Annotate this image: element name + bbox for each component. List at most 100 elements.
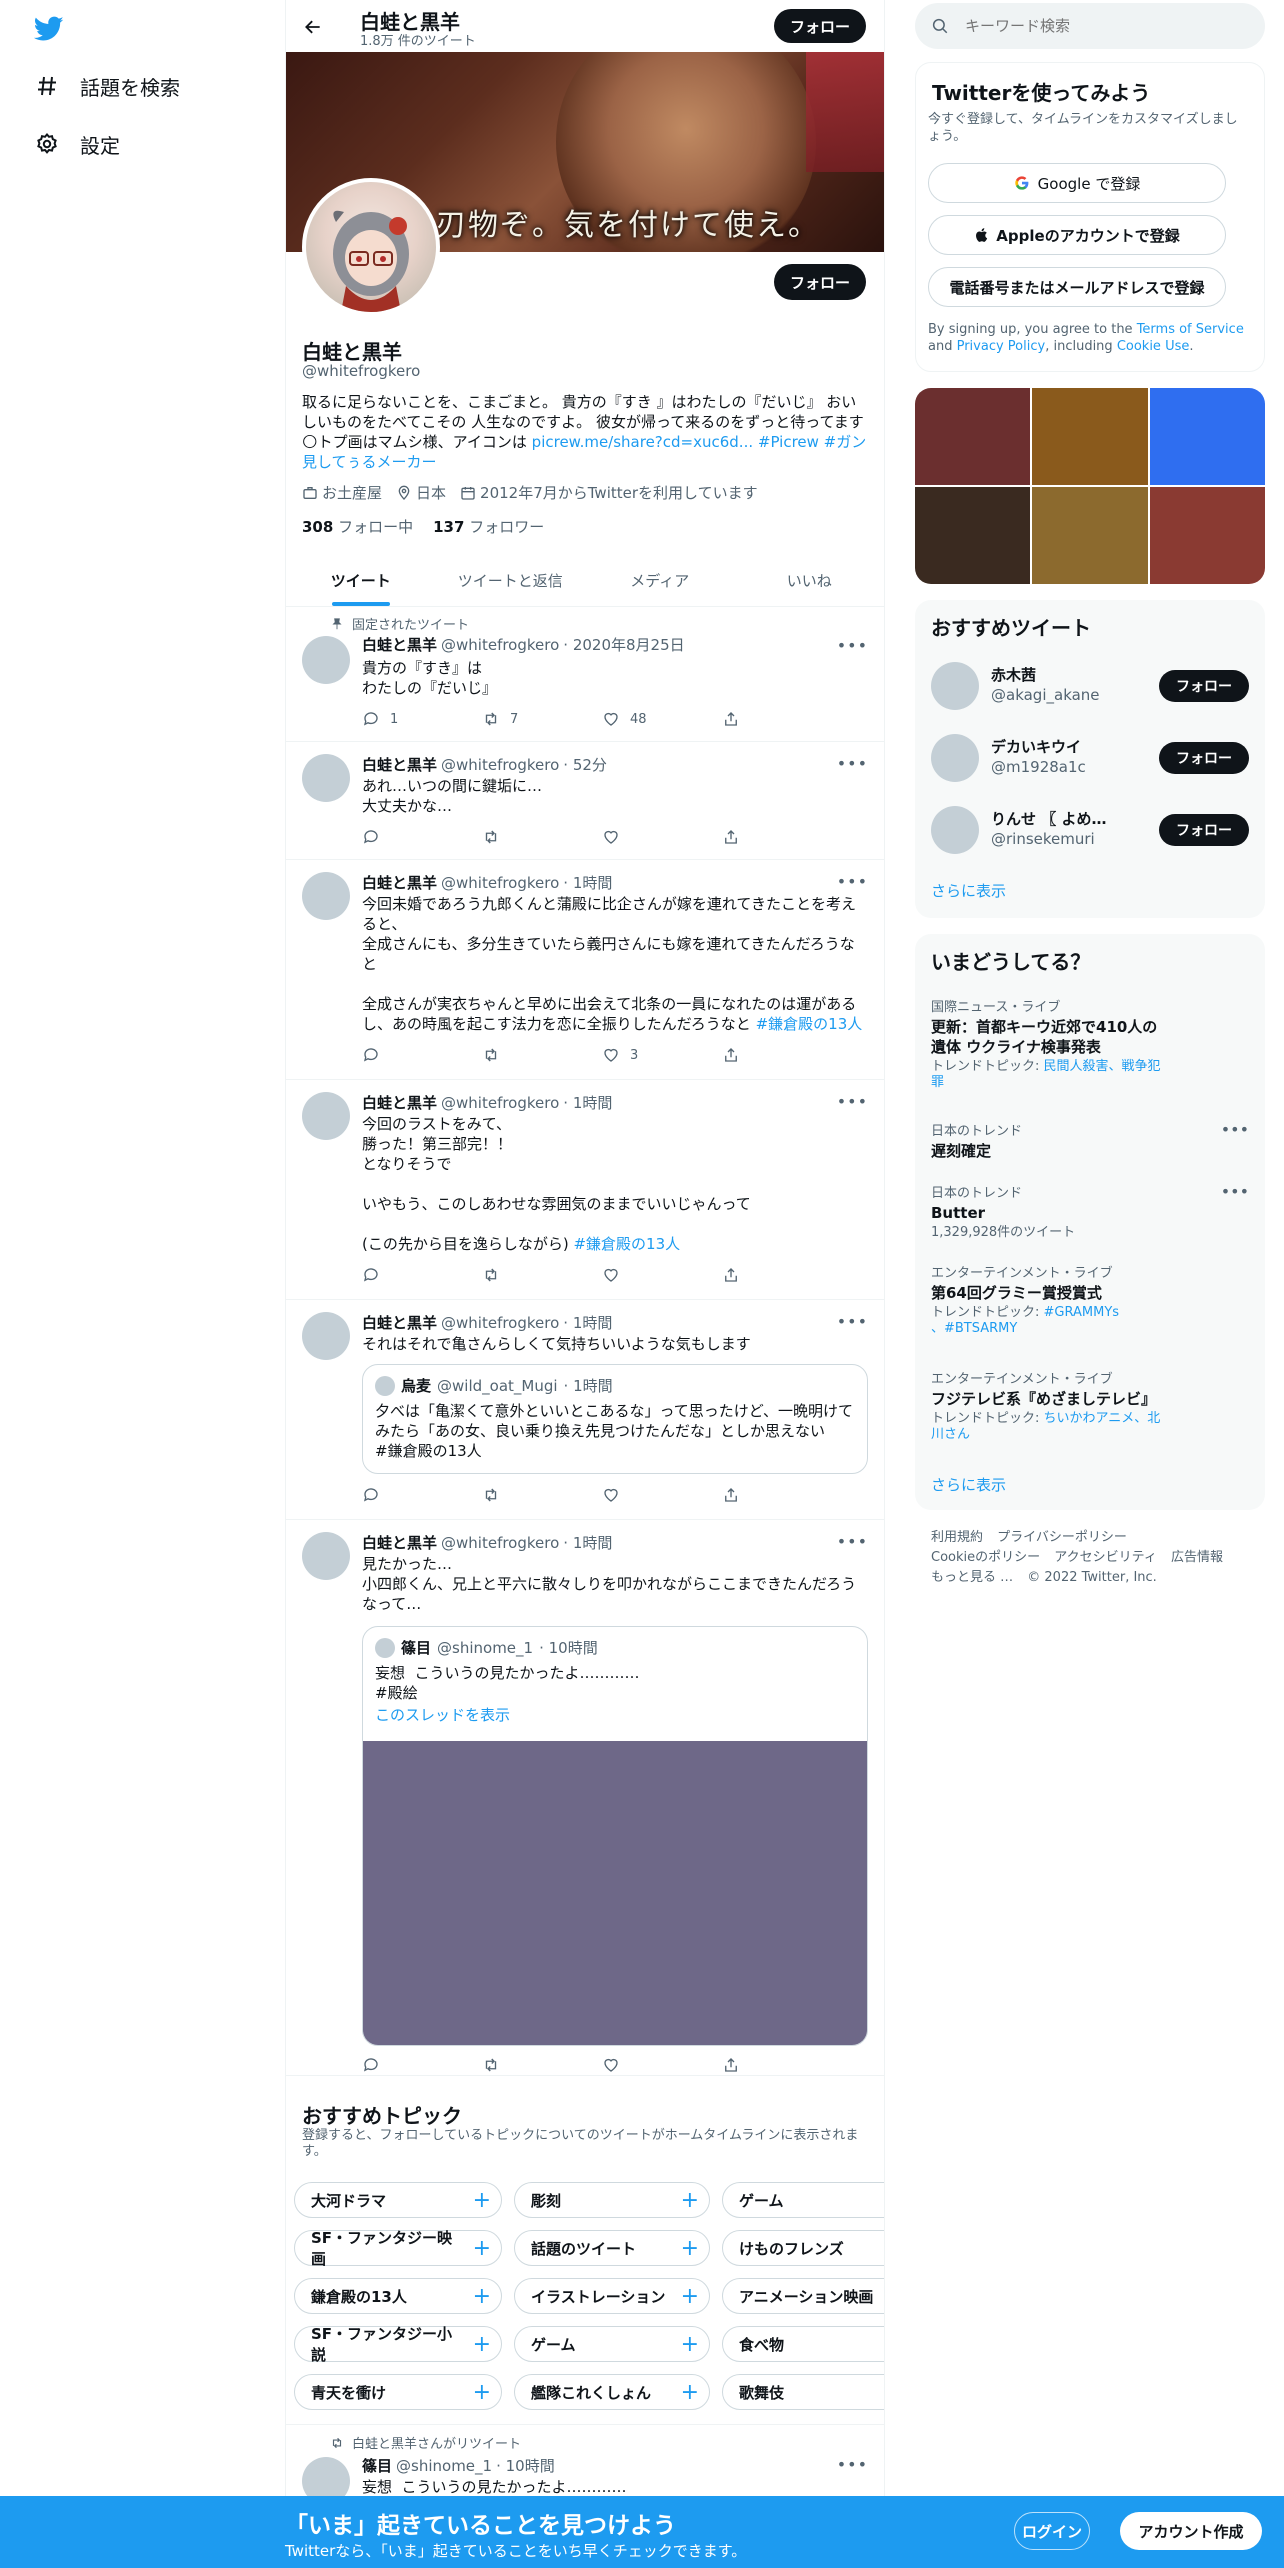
topic-chip[interactable]: 鎌倉殿の13人 + (294, 2278, 502, 2314)
topic-chip[interactable]: ゲーム (722, 2182, 884, 2218)
tweet-avatar[interactable] (302, 636, 350, 684)
share-button[interactable] (722, 1046, 782, 1064)
topic-chip[interactable]: 彫刻 + (514, 2182, 710, 2218)
avatar[interactable] (931, 734, 979, 782)
more-icon[interactable]: ••• (837, 754, 868, 773)
search-box[interactable] (915, 3, 1265, 49)
follow-button[interactable]: フォロー (1159, 670, 1249, 702)
like-button[interactable] (602, 828, 662, 846)
tweet[interactable]: 白蛙と黒羊 @whitefrogkero · 1時間 ••• 今回未婚であろう九郎く… (286, 860, 884, 1080)
like-button[interactable]: 48 (602, 710, 662, 728)
tweet-avatar[interactable] (302, 754, 350, 802)
media-thumbnail[interactable] (1149, 487, 1265, 584)
back-arrow-icon[interactable] (296, 10, 330, 44)
share-button[interactable] (722, 1486, 782, 1504)
quoted-tweet[interactable]: 篠目 @shinome_1 · 10時間 妄想 こういうの見たかったよ………… #殿… (362, 1626, 868, 2046)
reply-button[interactable] (362, 1046, 422, 1064)
tweet-avatar[interactable] (302, 1532, 350, 1580)
plus-icon[interactable]: + (681, 2236, 699, 2261)
search-input[interactable] (963, 16, 1237, 36)
topic-chip[interactable]: けものフレンズ (722, 2230, 884, 2266)
topic-chip[interactable]: 大河ドラマ + (294, 2182, 502, 2218)
more-icon[interactable]: ••• (837, 1092, 868, 1111)
plus-icon[interactable]: + (473, 2332, 491, 2357)
avatar[interactable] (931, 806, 979, 854)
google-signup-button[interactable]: Google で登録 (928, 163, 1226, 203)
plus-icon[interactable]: + (681, 2380, 699, 2405)
follow-button[interactable]: フォロー (1159, 742, 1249, 774)
tab-media[interactable]: メディア (585, 554, 735, 606)
plus-icon[interactable]: + (473, 2188, 491, 2213)
media-thumbnail[interactable] (915, 487, 1031, 584)
topic-chip[interactable]: 艦隊これくしょん + (514, 2374, 710, 2410)
more-icon[interactable]: ••• (837, 1532, 868, 1551)
recommended-user[interactable]: りんせ 〖 よめ… @rinsekemuri フォロー (931, 802, 1249, 858)
tweet[interactable]: 白蛙と黒羊 @whitefrogkero · 52分 ••• あれ…いつの間に鍵垢に… (286, 742, 884, 860)
profile-follow-button[interactable]: フォロー (774, 264, 866, 300)
tweet[interactable]: 白蛙と黒羊 @whitefrogkero · 1時間 ••• 今回のラストをみて、 … (286, 1080, 884, 1300)
retweet-button[interactable] (482, 1266, 542, 1284)
trend-item[interactable]: 国際ニュース・ライブ 更新：首都キーウ近郊で410人の遺体 ウクライナ検事発表 … (931, 996, 1249, 1091)
media-thumbnail[interactable] (915, 388, 1031, 485)
tweet-pinned[interactable]: 固定されたツイート 白蛙と黒羊 @whitefrogkero · 2020年8月25… (286, 606, 884, 742)
quoted-media-image[interactable] (363, 1741, 867, 2045)
privacy-link[interactable]: Privacy Policy (957, 339, 1046, 354)
more-icon[interactable]: ••• (1221, 1120, 1249, 1139)
footer-link[interactable]: 利用規約 (931, 1530, 983, 1545)
plus-icon[interactable]: + (681, 2332, 699, 2357)
more-icon[interactable]: ••• (837, 872, 868, 891)
retweet-button[interactable] (482, 2056, 542, 2074)
more-icon[interactable]: ••• (1221, 1182, 1249, 1201)
share-button[interactable] (722, 828, 782, 846)
share-button[interactable] (722, 2056, 782, 2074)
footer-link[interactable]: プライバシーポリシー (997, 1530, 1127, 1545)
hashtag-link[interactable]: #鎌倉殿の13人 (756, 1015, 863, 1033)
reply-button[interactable] (362, 1486, 422, 1504)
topic-chip[interactable]: 青天を衝け + (294, 2374, 502, 2410)
tweet-avatar[interactable] (302, 872, 350, 920)
topic-chip[interactable]: SF・ファンタジー映画 + (294, 2229, 502, 2268)
recommended-user[interactable]: 赤木茜 @akagi_akane フォロー (931, 658, 1249, 714)
twitter-logo-icon[interactable] (33, 16, 64, 42)
hashtag-link[interactable]: #鎌倉殿の13人 (573, 1235, 680, 1253)
quoted-tweet[interactable]: 烏麦 @wild_oat_Mugi · 1時間 夕べは「亀潔くて意外といいとこあるな… (362, 1364, 868, 1474)
bio-link[interactable]: picrew.me/share?cd=xuc6d... (532, 433, 753, 451)
show-more-link[interactable]: さらに表示 (931, 1474, 1006, 1495)
plus-icon[interactable]: + (681, 2284, 699, 2309)
footer-link[interactable]: Cookieのポリシー (931, 1550, 1040, 1565)
more-icon[interactable]: ••• (837, 636, 868, 655)
like-button[interactable] (602, 1266, 662, 1284)
trend-item[interactable]: 日本のトレンド 遅刻確定 ••• (931, 1120, 1249, 1161)
footer-link[interactable]: アクセシビリティ (1054, 1550, 1157, 1565)
show-thread-link[interactable]: このスレッドを表示 (375, 1705, 855, 1725)
media-thumbnail[interactable] (1149, 388, 1265, 485)
like-button[interactable] (602, 1486, 662, 1504)
plus-icon[interactable]: + (473, 2236, 491, 2261)
create-account-button[interactable]: アカウント作成 (1120, 2512, 1262, 2550)
plus-icon[interactable]: + (473, 2284, 491, 2309)
tab-tweets[interactable]: ツイート (286, 554, 436, 606)
like-button[interactable] (602, 2056, 662, 2074)
recommended-user[interactable]: デカいキウイ @m1928a1c フォロー (931, 730, 1249, 786)
apple-signup-button[interactable]: Appleのアカウントで登録 (928, 215, 1226, 255)
trend-item[interactable]: 日本のトレンド Butter 1,329,928件のツイート ••• (931, 1182, 1249, 1241)
phone-email-signup-button[interactable]: 電話番号またはメールアドレスで登録 (928, 267, 1226, 307)
share-button[interactable] (722, 1266, 782, 1284)
reply-button[interactable] (362, 2056, 422, 2074)
tweet-with-quote[interactable]: 白蛙と黒羊 @whitefrogkero · 1時間 ••• 見たかった… 小四郎く… (286, 1520, 884, 2076)
topic-chip[interactable]: アニメーション映画 (722, 2278, 884, 2314)
topic-chip[interactable]: SF・ファンタジー小説 + (294, 2325, 502, 2364)
retweet-button[interactable] (482, 1486, 542, 1504)
profile-avatar[interactable] (302, 178, 440, 316)
tweet-avatar[interactable] (302, 1092, 350, 1140)
footer-link[interactable]: 広告情報 (1171, 1550, 1223, 1565)
reply-button[interactable] (362, 828, 422, 846)
topic-chip[interactable]: 食べ物 (722, 2326, 884, 2362)
retweet-button[interactable] (482, 1046, 542, 1064)
topic-chip[interactable]: 歌舞伎 (722, 2374, 884, 2410)
followers-link[interactable]: 137 フォロワー (433, 516, 544, 537)
topic-chip[interactable]: イラストレーション + (514, 2278, 710, 2314)
following-link[interactable]: 308 フォロー中 (302, 516, 413, 537)
like-button[interactable]: 3 (602, 1046, 662, 1064)
more-icon[interactable]: ••• (837, 2455, 868, 2474)
